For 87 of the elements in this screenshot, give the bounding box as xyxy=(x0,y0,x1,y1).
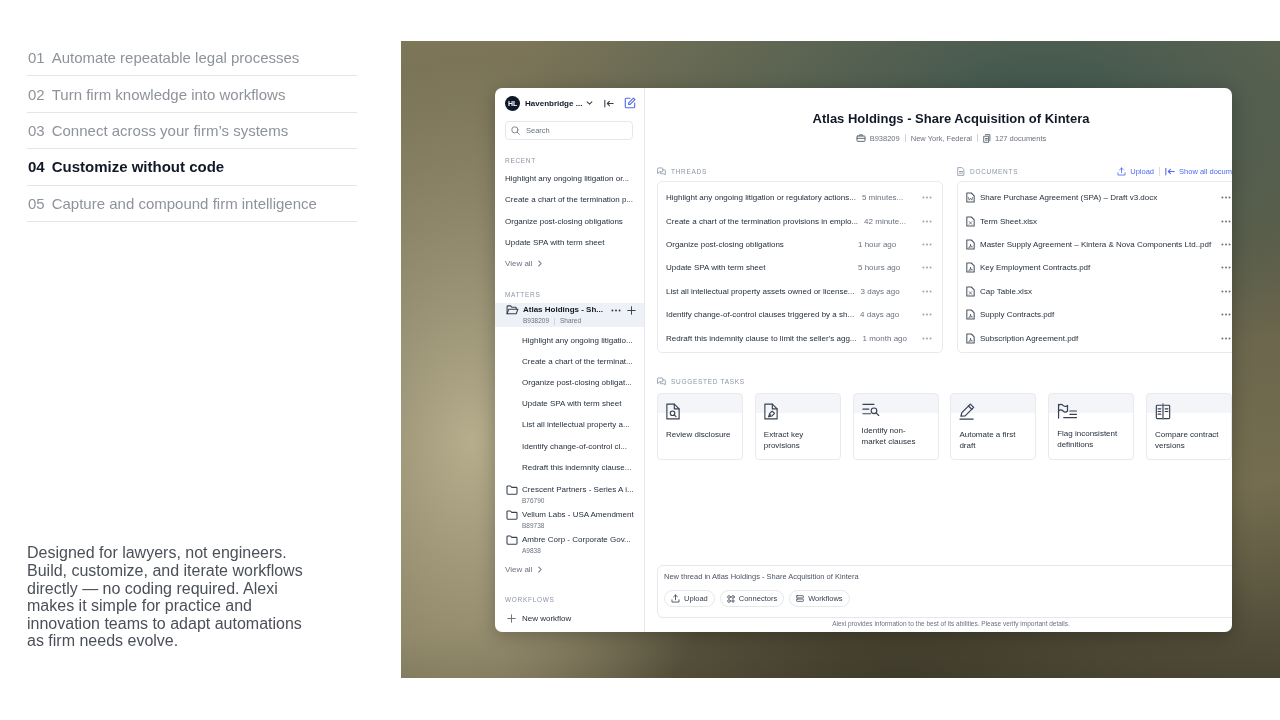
recent-thread-link[interactable]: Create a chart of the termination p... xyxy=(505,189,634,211)
thread-time: 1 hour ago xyxy=(858,239,898,249)
task-card[interactable]: Automate a first draft xyxy=(950,393,1037,460)
description-text: Designed for lawyers, not engineers. Build, customize, and iterate workflows directly — no coding required. Alexi makes it simple for practice and innovation teams to adapt automations as firm needs evolve. xyxy=(27,544,304,650)
edit-icon[interactable] xyxy=(624,97,636,109)
more-icon[interactable] xyxy=(611,308,621,312)
thread-title[interactable]: Organize post-closing obligations xyxy=(666,239,852,249)
thread-title[interactable]: Highlight any ongoing litigation or regulatory actions... xyxy=(666,193,856,203)
document-name[interactable]: Supply Contracts.pdf xyxy=(980,310,1055,320)
workspace-switcher[interactable]: Havenbridge ... xyxy=(525,98,594,108)
flag-list-icon xyxy=(1057,403,1079,419)
matter-title: Vellum Labs - USA Amendment xyxy=(522,510,634,521)
recent-thread-link[interactable]: Highlight any ongoing litigation or... xyxy=(505,168,630,190)
matter-thread-link[interactable]: Create a chart of the terminat... xyxy=(522,350,633,372)
thread-time: 5 minutes... xyxy=(861,193,905,203)
chat-icon xyxy=(657,166,666,176)
document-icon xyxy=(957,166,965,176)
pdf-file-icon xyxy=(966,309,975,321)
view-all-link[interactable]: View all xyxy=(505,558,543,580)
briefcase-icon xyxy=(855,134,866,142)
task-card[interactable]: Compare contract versions xyxy=(1146,393,1232,460)
task-card[interactable]: Extract key provisions xyxy=(754,393,841,460)
more-icon[interactable] xyxy=(1221,336,1231,340)
thread-time: 4 days ago xyxy=(860,310,901,320)
thread-time: 42 minute... xyxy=(864,216,907,226)
chevron-down-icon xyxy=(586,101,594,105)
thread-time: 5 hours ago xyxy=(858,263,902,273)
more-icon[interactable] xyxy=(1221,219,1231,223)
collapse-icon xyxy=(1165,166,1176,176)
recent-thread-link[interactable]: Update SPA with term sheet xyxy=(505,231,605,254)
documents-icon xyxy=(983,133,991,143)
document-name[interactable]: Cap Table.xlsx xyxy=(980,286,1032,296)
pdf-file-icon xyxy=(966,262,975,274)
connectors-icon xyxy=(726,594,735,603)
search-icon xyxy=(511,126,520,135)
recent-thread-link[interactable]: Organize post-closing obligations xyxy=(505,210,623,232)
thread-title[interactable]: Redraft this indemnity clause to limit the seller's agg... xyxy=(666,333,857,343)
matter-heading: Atlas Holdings - Share Acquisition of Kintera xyxy=(812,111,1090,127)
document-name[interactable]: Subscription Agreement.pdf xyxy=(980,333,1079,343)
thread-title[interactable]: Update SPA with term sheet xyxy=(666,263,852,273)
matter-thread-link[interactable]: Identify change-of-control cl... xyxy=(522,435,627,457)
pdf-file-icon xyxy=(966,238,975,250)
matter-title: Atlas Holdings - Sh... xyxy=(523,305,603,316)
more-icon[interactable] xyxy=(1221,266,1231,270)
view-all-link[interactable]: View all xyxy=(505,253,543,275)
matter-thread-link[interactable]: Redraft this indemnity clause... xyxy=(522,456,632,478)
thread-title[interactable]: Create a chart of the termination provisions in emplo... xyxy=(666,216,859,226)
thread-title[interactable]: List all intellectual property assets owned or license... xyxy=(666,286,855,296)
list-search-icon xyxy=(861,403,880,416)
matter-thread-link[interactable]: Highlight any ongoing litigatio... xyxy=(522,329,633,351)
spreadsheet-file-icon xyxy=(966,285,975,297)
chevron-right-icon xyxy=(538,565,543,573)
document-pen-icon xyxy=(763,403,778,420)
thread-time: 3 days ago xyxy=(860,286,901,296)
task-card[interactable]: Flag inconsistent definitions xyxy=(1048,393,1135,460)
more-icon[interactable] xyxy=(1221,313,1231,317)
chat-icon xyxy=(657,376,666,386)
matter-thread-link[interactable]: List all intellectual property a... xyxy=(522,414,630,436)
matter-title: Crescent Partners - Series A i... xyxy=(522,485,634,496)
task-card[interactable]: Review disclosure xyxy=(657,393,743,460)
matter-thread-link[interactable]: Organize post-closing obligat... xyxy=(522,371,632,394)
spreadsheet-file-icon xyxy=(966,215,975,227)
thread-title[interactable]: Identify change-of-control clauses triggered by a sh... xyxy=(666,310,855,320)
more-icon[interactable] xyxy=(1221,196,1231,200)
split-document-icon xyxy=(1155,403,1171,420)
matter-thread-link[interactable]: Update SPA with term sheet xyxy=(522,393,622,415)
document-name[interactable]: Master Supply Agreement – Kintera & Nova Components Ltd..pdf xyxy=(980,239,1212,249)
task-card[interactable]: Identify non-market clauses xyxy=(852,393,939,460)
more-icon[interactable] xyxy=(1221,242,1231,246)
document-search-icon xyxy=(666,403,680,420)
more-icon[interactable] xyxy=(1221,289,1231,293)
document-name[interactable]: Share Purchase Agreement (SPA) – Draft v3.docx xyxy=(980,193,1158,203)
upload-icon xyxy=(671,594,680,603)
chevron-right-icon xyxy=(538,260,543,268)
document-name[interactable]: Term Sheet.xlsx xyxy=(980,216,1037,226)
plus-icon[interactable] xyxy=(627,305,636,315)
stack-icon xyxy=(796,595,805,602)
upload-icon xyxy=(1117,166,1127,176)
collapse-sidebar-icon[interactable] xyxy=(604,98,614,108)
matter-title: Ambre Corp - Corporate Gov... xyxy=(522,535,631,546)
feature-tab[interactable]: 04 Customize without code xyxy=(27,149,357,186)
pdf-file-icon xyxy=(966,332,975,344)
plus-icon xyxy=(507,613,516,623)
new-workflow-button[interactable]: New workflow xyxy=(505,608,572,629)
word-file-icon xyxy=(966,192,975,204)
document-name[interactable]: Key Employment Contracts.pdf xyxy=(980,263,1091,273)
thread-time: 1 month ago xyxy=(862,333,908,343)
